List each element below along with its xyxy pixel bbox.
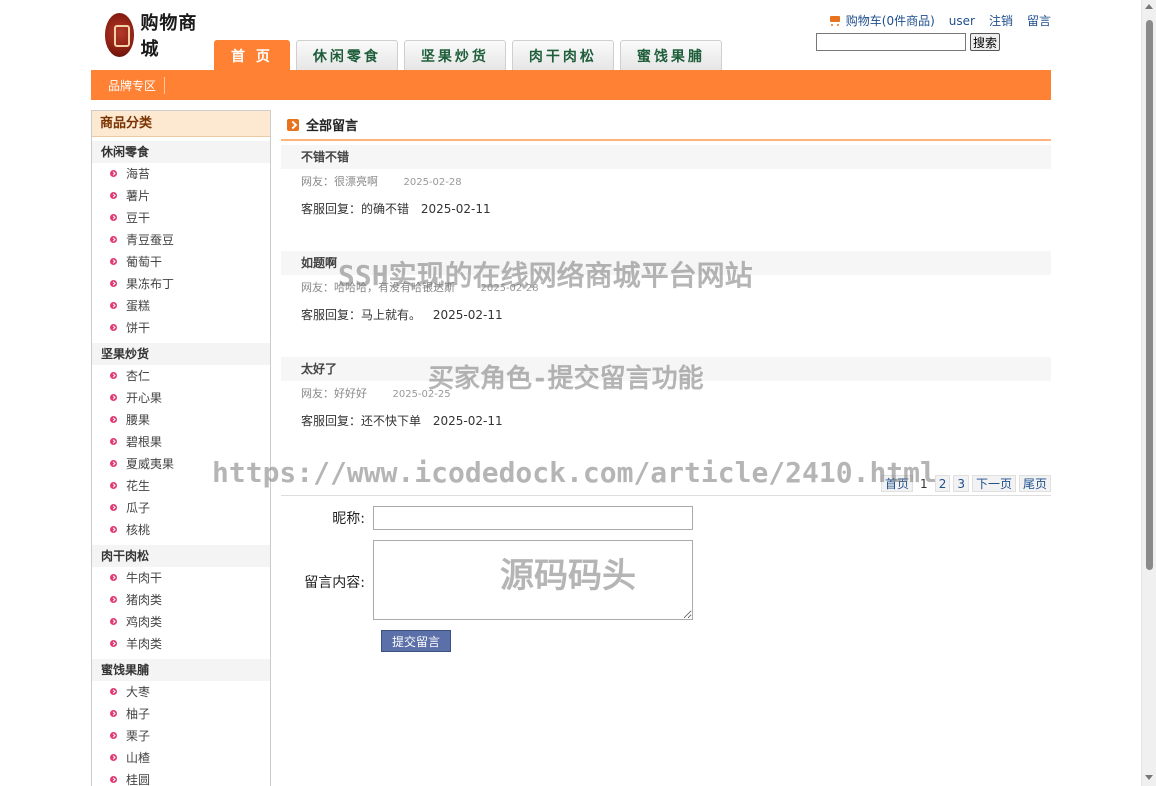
category-sidebar: 商品分类 休闲零食 海苔 薯片 豆干 青豆蚕豆 葡萄干 果冻布丁 蛋糕 饼干 坚… xyxy=(91,110,271,786)
category-item[interactable]: 腰果 xyxy=(92,409,270,431)
message-link[interactable]: 留言 xyxy=(1027,12,1051,29)
arrow-right-icon xyxy=(287,118,299,131)
category-item[interactable]: 牛肉干 xyxy=(92,567,270,589)
scroll-down-icon[interactable] xyxy=(1145,775,1153,780)
search-input[interactable] xyxy=(815,33,966,51)
nickname-row: 昵称: xyxy=(281,506,693,530)
vertical-scrollbar[interactable] xyxy=(1141,0,1156,786)
reply-text: 客服回复：的确不错 xyxy=(301,202,410,216)
message-reply: 客服回复：的确不错 2025-02-11 xyxy=(281,201,1051,217)
sidebar-title: 商品分类 xyxy=(92,111,270,137)
scroll-thumb[interactable] xyxy=(1146,20,1153,570)
category-heading[interactable]: 肉干肉松 xyxy=(92,545,270,567)
logout-link[interactable]: 注销 xyxy=(989,12,1013,29)
message-title: 不错不错 xyxy=(281,145,1051,169)
logo-text: 购物商城 xyxy=(140,13,198,60)
tab-nuts[interactable]: 坚果炒货 xyxy=(403,40,506,70)
tab-home[interactable]: 首 页 xyxy=(214,40,290,70)
category-item[interactable]: 青豆蚕豆 xyxy=(92,229,270,251)
cart-icon xyxy=(828,15,842,27)
main-tabs: 首 页 休闲零食 坚果炒货 肉干肉松 蜜饯果脯 xyxy=(214,40,722,70)
category-item[interactable]: 柚子 xyxy=(92,703,270,725)
brand-zone-link[interactable]: 品牌专区 xyxy=(108,76,166,94)
message-reply: 客服回复：马上就有。 2025-02-11 xyxy=(281,307,1051,323)
tab-jerky[interactable]: 肉干肉松 xyxy=(511,40,614,70)
category-item[interactable]: 海苔 xyxy=(92,163,270,185)
message-entry: 不错不错 网友：很漂亮啊 2025-02-28 客服回复：的确不错 2025-0… xyxy=(281,145,1051,235)
scroll-up-icon[interactable] xyxy=(1145,4,1153,9)
tab-snacks[interactable]: 休闲零食 xyxy=(295,40,398,70)
category-item[interactable]: 羊肉类 xyxy=(92,633,270,655)
watermark-brand: 源码码头 xyxy=(500,556,636,596)
category-item[interactable]: 鸡肉类 xyxy=(92,611,270,633)
cart-label: 购物车(0件商品) xyxy=(845,14,935,28)
nickname-input[interactable] xyxy=(373,506,693,530)
category-item[interactable]: 碧根果 xyxy=(92,431,270,453)
site-logo[interactable]: 购物商城 xyxy=(105,10,215,60)
message-author: 网友：很漂亮啊 xyxy=(301,175,378,188)
watermark-subtitle: 买家角色-提交留言功能 xyxy=(428,364,704,394)
next-page-link[interactable]: 下一页 xyxy=(971,475,1016,492)
page-link[interactable]: 2 xyxy=(934,475,951,492)
category-item[interactable]: 开心果 xyxy=(92,387,270,409)
message-date: 2025-02-28 xyxy=(403,177,462,188)
logo-seal-icon xyxy=(105,13,135,57)
category-heading[interactable]: 蜜饯果脯 xyxy=(92,659,270,681)
content-label: 留言内容: xyxy=(304,575,365,591)
page-link[interactable]: 3 xyxy=(953,475,969,492)
message-author: 网友：好好好 xyxy=(301,387,367,400)
reply-text: 客服回复：马上就有。 xyxy=(301,308,422,322)
category-item[interactable]: 果冻布丁 xyxy=(92,273,270,295)
message-meta: 网友：很漂亮啊 2025-02-28 xyxy=(281,174,1051,190)
watermark-title: SSH实现的在线网络商城平台网站 xyxy=(338,259,753,292)
category-item[interactable]: 薯片 xyxy=(92,185,270,207)
category-item[interactable]: 山楂 xyxy=(92,747,270,769)
sub-nav-bar: 品牌专区 xyxy=(91,70,1051,100)
top-nav: 购物车(0件商品) user 注销 留言 xyxy=(828,12,1051,29)
user-link[interactable]: user xyxy=(949,14,975,28)
cart-link[interactable]: 购物车(0件商品) xyxy=(828,12,935,29)
category-item[interactable]: 猪肉类 xyxy=(92,589,270,611)
search-button[interactable]: 搜索 xyxy=(969,33,1000,51)
submit-message-button[interactable]: 提交留言 xyxy=(381,630,451,652)
search-bar: 搜索 xyxy=(815,33,1000,51)
section-title: 全部留言 xyxy=(306,119,359,134)
category-item[interactable]: 瓜子 xyxy=(92,497,270,519)
tab-dried-fruit[interactable]: 蜜饯果脯 xyxy=(619,40,722,70)
reply-date: 2025-02-11 xyxy=(432,414,503,428)
reply-text: 客服回复：还不快下单 xyxy=(301,414,422,428)
category-item[interactable]: 大枣 xyxy=(92,681,270,703)
section-header: 全部留言 xyxy=(281,110,1051,141)
category-item[interactable]: 桂圆 xyxy=(92,769,270,786)
reply-date: 2025-02-11 xyxy=(420,202,491,216)
category-item[interactable]: 杏仁 xyxy=(92,365,270,387)
category-item[interactable]: 栗子 xyxy=(92,725,270,747)
category-item[interactable]: 蛋糕 xyxy=(92,295,270,317)
category-heading[interactable]: 休闲零食 xyxy=(92,141,270,163)
last-page-link[interactable]: 尾页 xyxy=(1018,475,1051,492)
category-item[interactable]: 葡萄干 xyxy=(92,251,270,273)
reply-date: 2025-02-11 xyxy=(432,308,503,322)
category-item[interactable]: 豆干 xyxy=(92,207,270,229)
category-heading[interactable]: 坚果炒货 xyxy=(92,343,270,365)
category-item[interactable]: 核桃 xyxy=(92,519,270,541)
category-item[interactable]: 饼干 xyxy=(92,317,270,339)
message-reply: 客服回复：还不快下单 2025-02-11 xyxy=(281,413,1051,429)
main-content: 全部留言 不错不错 网友：很漂亮啊 2025-02-28 客服回复：的确不错 2… xyxy=(281,110,1051,652)
watermark-url: https://www.icodedock.com/article/2410.h… xyxy=(212,456,937,489)
nickname-label: 昵称: xyxy=(332,511,365,527)
